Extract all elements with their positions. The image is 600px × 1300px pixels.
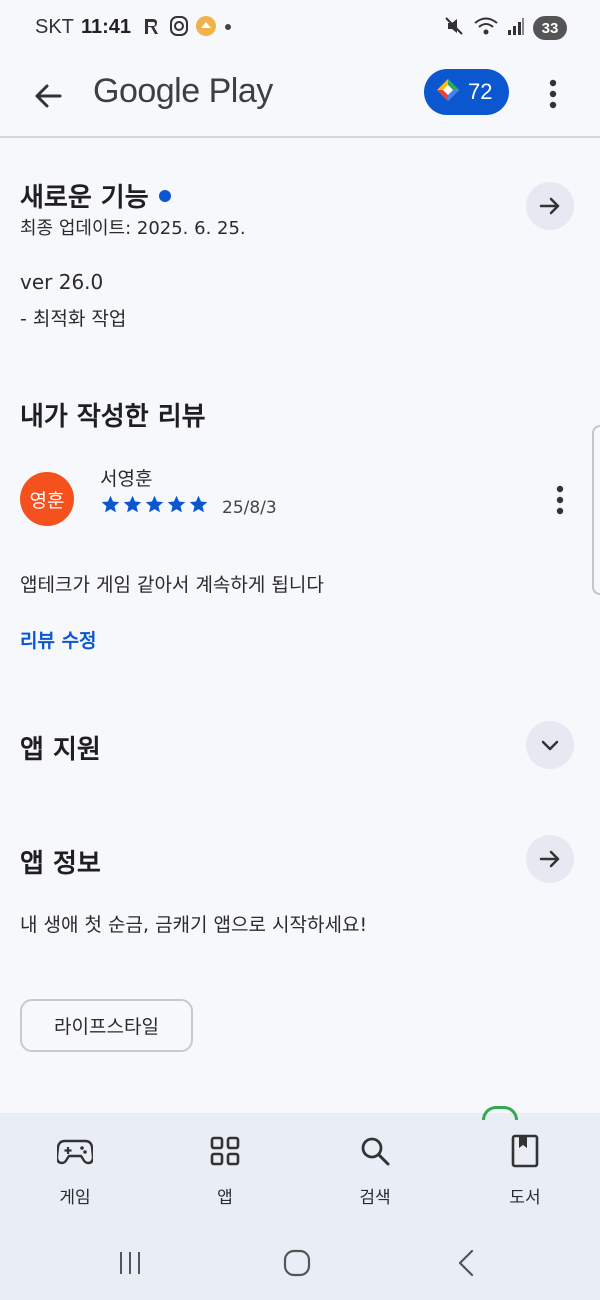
nav-label-books: 도서 (509, 1188, 541, 1208)
nav-item-search[interactable]: 검색 (320, 1113, 430, 1223)
system-back-button[interactable] (446, 1243, 486, 1283)
nav-item-books[interactable]: 도서 (470, 1113, 580, 1223)
star-icon (101, 495, 120, 513)
new-indicator-dot (158, 190, 171, 202)
status-bar: SKT 11:41 33 (0, 0, 600, 58)
app-info-arrow-button[interactable] (526, 835, 574, 883)
search-icon (355, 1133, 395, 1169)
nav-item-apps[interactable]: 앱 (170, 1113, 280, 1223)
wifi-icon (473, 15, 499, 41)
scroll-handle[interactable] (592, 425, 600, 595)
recent-apps-button[interactable] (110, 1243, 150, 1283)
arrow-right-icon (539, 850, 560, 868)
nav-label-games: 게임 (59, 1188, 91, 1208)
dot-icon (223, 15, 233, 41)
mute-icon (443, 15, 465, 41)
whats-new-arrow-button[interactable] (526, 182, 574, 230)
play-points-count: 72 (468, 79, 493, 104)
more-vert-icon (549, 79, 557, 109)
star-icon (145, 495, 164, 513)
app-support-heading: 앱 지원 (20, 735, 101, 765)
alarm-icon (169, 15, 189, 41)
nav-label-search: 검색 (359, 1188, 391, 1208)
star-icon (189, 495, 208, 513)
apps-grid-icon (205, 1133, 245, 1169)
clock: 11:41 (81, 16, 132, 38)
edit-review-link[interactable]: 리뷰 수정 (20, 626, 97, 653)
chevron-down-icon (541, 740, 559, 751)
bottom-navigation: 게임 앱 검색 도서 (0, 1106, 600, 1223)
more-vert-icon (556, 485, 564, 515)
back-button[interactable] (26, 74, 70, 118)
gamepad-icon (55, 1133, 95, 1169)
version-text: ver 26.0 (20, 270, 104, 294)
arrow-right-icon (539, 197, 560, 215)
last-updated: 최종 업데이트: 2025. 6. 25. (20, 218, 246, 239)
nav-label-apps: 앱 (217, 1188, 233, 1208)
battery-indicator: 33 (533, 16, 567, 40)
play-points-icon (436, 78, 460, 106)
notification-icons (141, 15, 233, 41)
star-icon (167, 495, 186, 513)
system-icons: 33 (443, 15, 567, 41)
star-rating (100, 494, 209, 515)
avatar-text: 영훈 (29, 489, 65, 512)
reviewer-name: 서영훈 (100, 468, 153, 490)
release-note: - 최적화 작업 (20, 308, 127, 330)
arrow-left-icon (35, 84, 62, 108)
whats-new-title: 새로운 기능 (20, 183, 149, 213)
star-icon (123, 495, 142, 513)
more-options-button[interactable] (538, 72, 568, 116)
home-icon (283, 1249, 311, 1277)
nav-item-games[interactable]: 게임 (20, 1113, 130, 1223)
carrier-label: SKT (35, 16, 74, 38)
review-text: 앱테크가 게임 같아서 계속하게 됩니다 (20, 574, 324, 596)
home-button[interactable] (277, 1243, 317, 1283)
category-chip[interactable]: 라이프스타일 (20, 999, 193, 1052)
app-bar: Google Play 72 (0, 58, 600, 138)
review-more-button[interactable] (550, 482, 570, 518)
avatar: 영훈 (20, 472, 74, 526)
whats-new-heading: 새로운 기능 (20, 177, 171, 214)
signal-icon (507, 15, 525, 41)
app-title: Google Play (93, 72, 273, 110)
app-info-heading: 앱 정보 (20, 849, 101, 879)
my-review-heading: 내가 작성한 리뷰 (20, 402, 206, 432)
chevron-left-icon (458, 1249, 474, 1277)
run-icon (141, 15, 163, 41)
app-support-expand-button[interactable] (526, 721, 574, 769)
play-points-button[interactable]: 72 (424, 69, 509, 115)
recents-icon (120, 1252, 140, 1274)
system-navigation-bar (0, 1223, 600, 1300)
book-icon (505, 1133, 545, 1169)
app-description: 내 생애 첫 순금, 금캐기 앱으로 시작하세요! (20, 914, 368, 936)
review-date: 25/8/3 (222, 498, 277, 518)
category-chip-label: 라이프스타일 (54, 1016, 159, 1038)
app-notification-icon (195, 15, 217, 41)
